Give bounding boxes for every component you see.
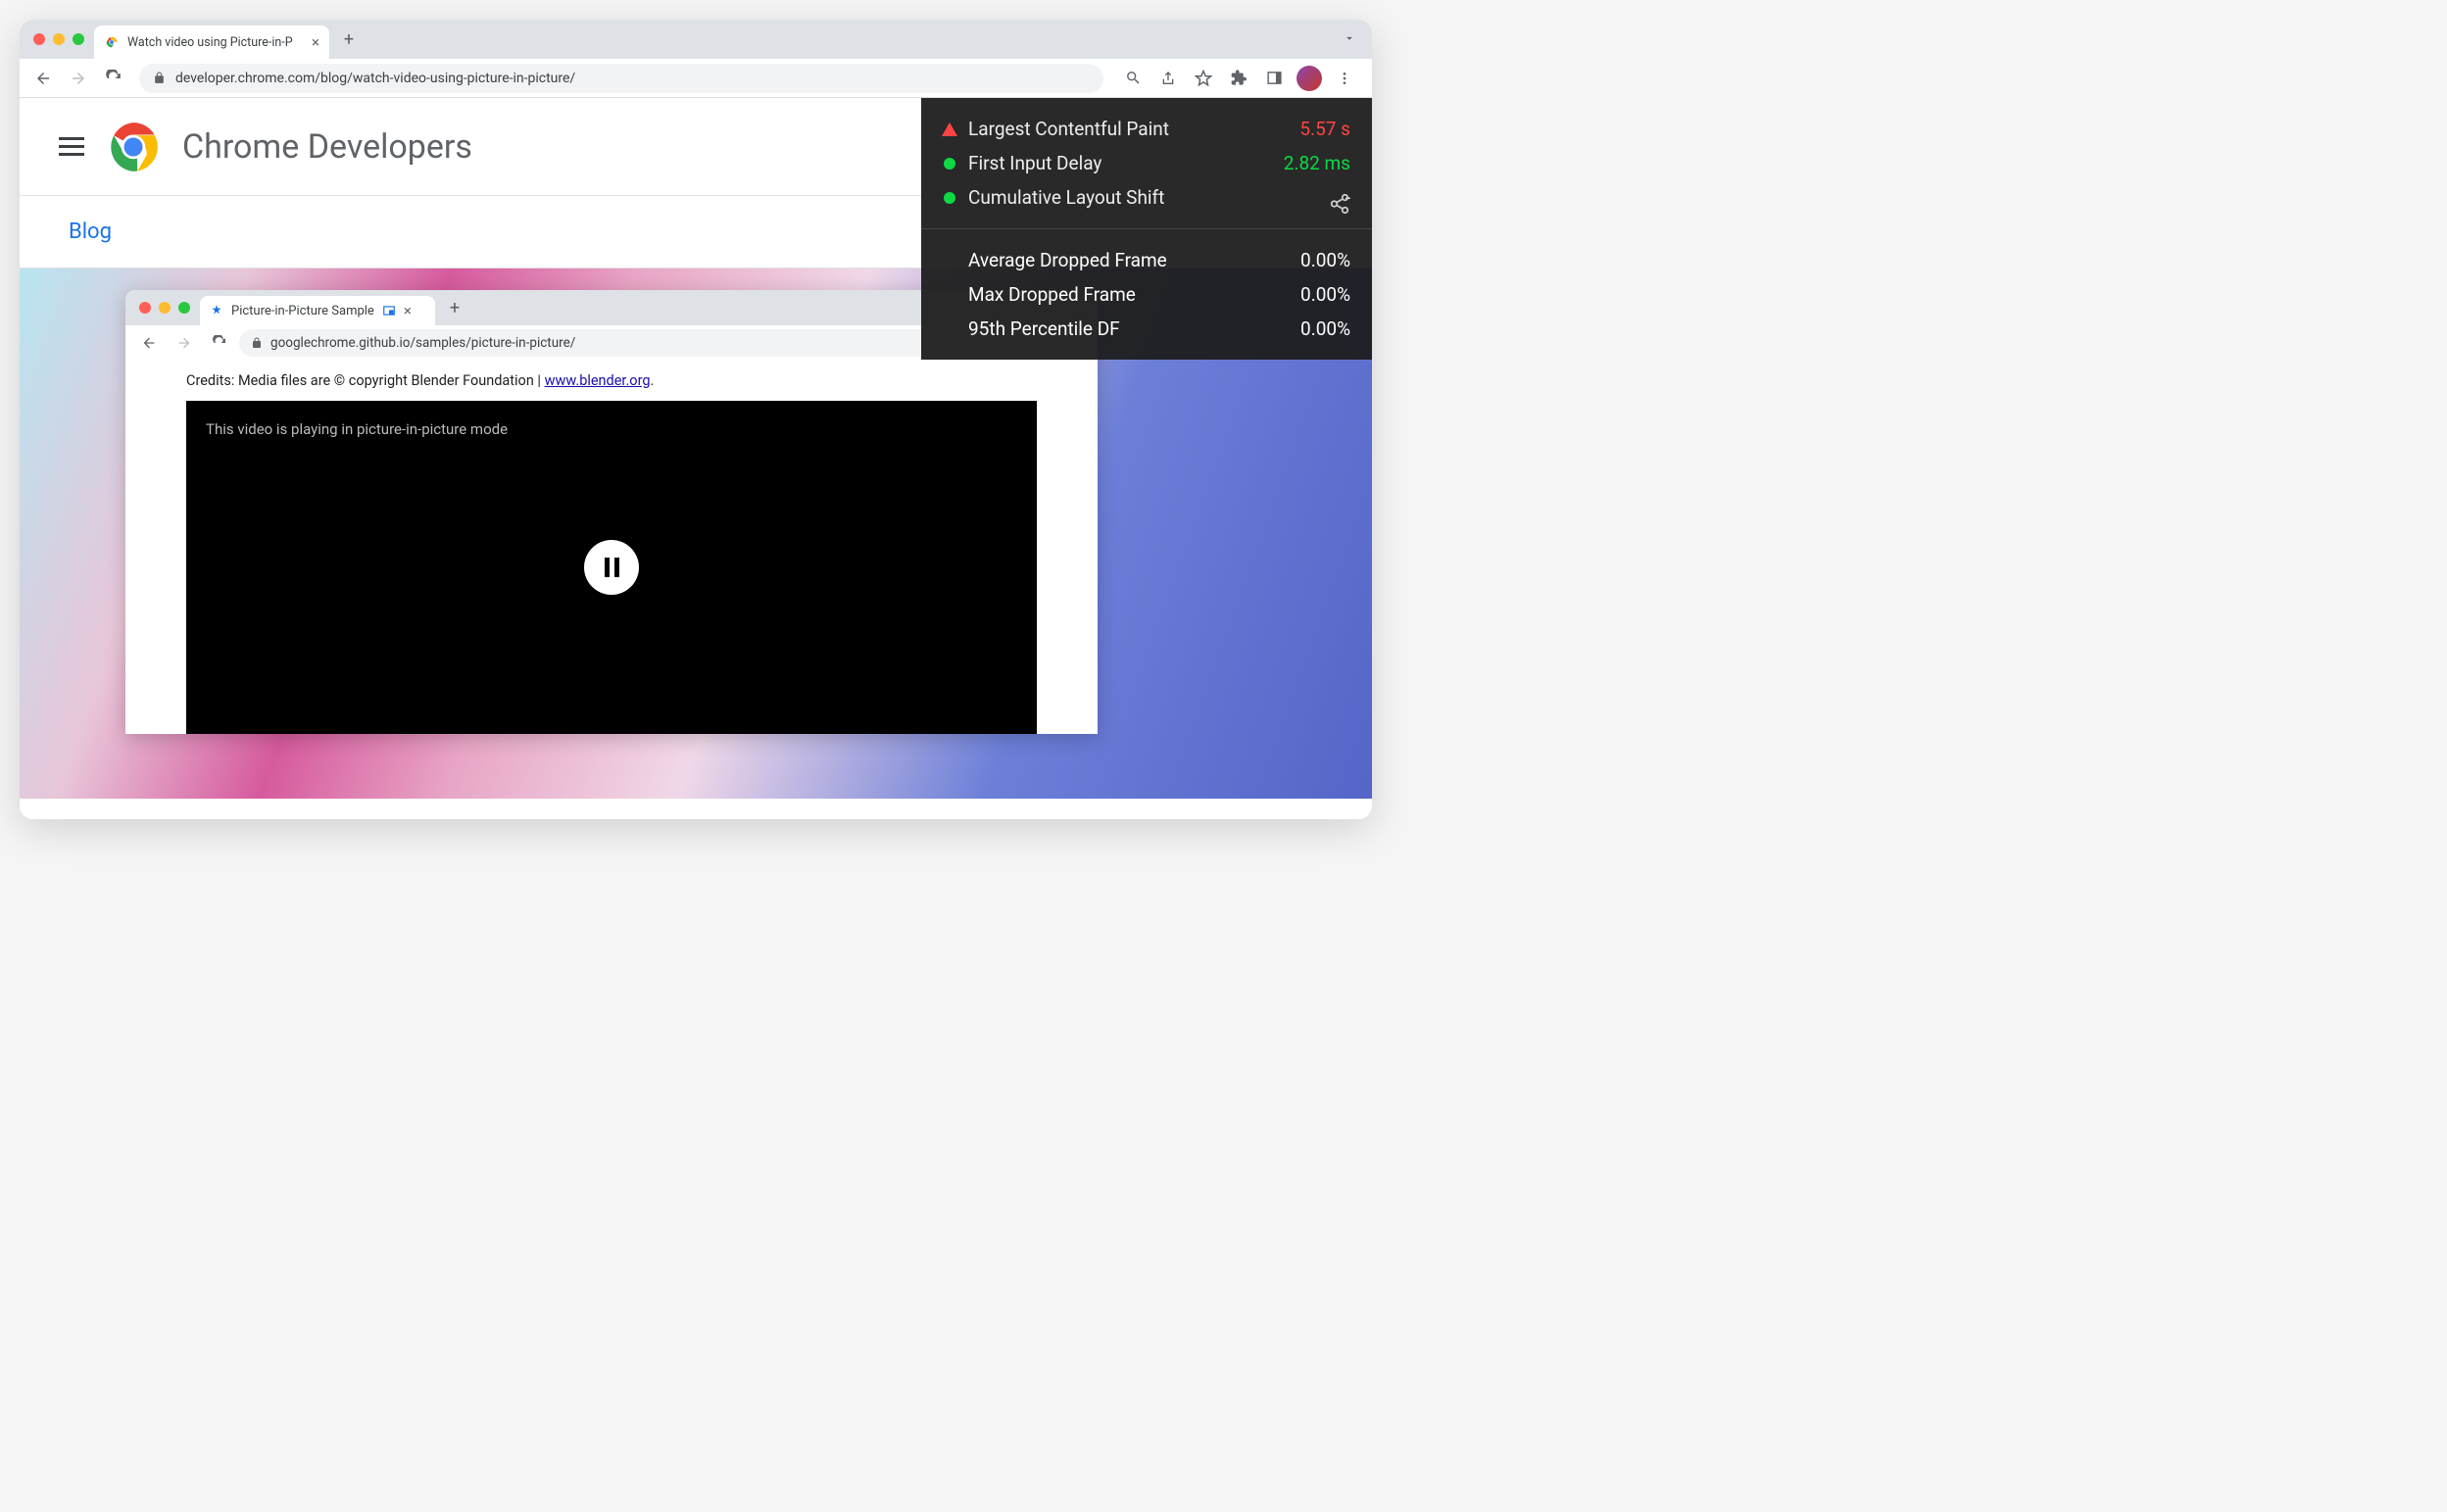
profile-button[interactable] [1294,63,1325,94]
warning-triangle-icon [942,122,957,136]
share-button[interactable] [1152,63,1184,94]
reload-icon [212,335,227,351]
inner-page-content: Credits: Media files are © copyright Ble… [125,361,1098,734]
pause-button[interactable] [584,540,639,595]
inner-minimize-button[interactable] [159,302,171,314]
chrome-favicon-icon [104,34,120,50]
arrow-left-icon [34,70,52,87]
inner-back-button[interactable] [133,327,165,359]
metrics-overlay: Largest Contentful Paint 5.57 s First In… [921,98,1372,360]
star-icon [1195,70,1212,87]
dots-vertical-icon [1337,71,1352,86]
lock-icon [153,72,166,84]
window-controls [27,33,94,45]
good-circle-icon [944,192,955,204]
address-bar[interactable]: developer.chrome.com/blog/watch-video-us… [139,64,1103,93]
arrow-right-icon [176,335,192,351]
inner-url-text: googlechrome.github.io/samples/picture-i… [270,335,575,351]
forward-button[interactable] [63,63,94,94]
browser-toolbar: developer.chrome.com/blog/watch-video-us… [20,59,1372,98]
site-title: Chrome Developers [182,127,472,167]
panel-icon [1266,70,1283,86]
extensions-button[interactable] [1223,63,1254,94]
metric-avg-dropped: Average Dropped Frame 0.00% [943,243,1350,277]
metric-p95-dropped: 95th Percentile DF 0.00% [943,312,1350,346]
zoom-icon [1125,70,1142,86]
chrome-logo-icon [108,122,159,172]
metric-max-dropped: Max Dropped Frame 0.00% [943,277,1350,312]
new-tab-button[interactable]: + [335,25,363,53]
video-status-text: This video is playing in picture-in-pict… [206,420,1017,438]
arrow-right-icon [70,70,87,87]
inner-browser-tab[interactable]: Picture-in-Picture Sample × [200,296,435,325]
inner-forward-button[interactable] [169,327,200,359]
close-window-button[interactable] [33,33,45,45]
share-icon[interactable] [1329,193,1350,215]
browser-window: Watch video using Picture-in-P × + devel… [20,20,1372,819]
blender-link[interactable]: www.blender.org [545,372,651,389]
reload-button[interactable] [98,63,129,94]
inner-new-tab-button[interactable]: + [441,294,468,321]
good-circle-icon [944,158,955,170]
inner-window-controls [133,302,200,314]
close-tab-button[interactable]: × [312,33,319,51]
pause-icon [605,558,610,577]
share-up-icon [1160,71,1176,86]
toolbar-actions [1113,63,1364,94]
reload-icon [105,70,122,87]
arrow-left-icon [141,335,157,351]
dropped-frames-section: Average Dropped Frame 0.00% Max Dropped … [921,229,1372,360]
chevron-down-icon [1343,31,1356,45]
maximize-window-button[interactable] [73,33,84,45]
inner-tab-title: Picture-in-Picture Sample [231,304,374,318]
tabs-dropdown-button[interactable] [1335,30,1364,49]
puzzle-icon [1231,70,1248,86]
sidepanel-button[interactable] [1258,63,1290,94]
web-vitals-section: Largest Contentful Paint 5.57 s First In… [921,98,1372,229]
inner-maximize-button[interactable] [178,302,190,314]
tab-title: Watch video using Picture-in-P [127,35,304,50]
browser-tab[interactable]: Watch video using Picture-in-P × [94,25,329,59]
inner-close-tab-button[interactable]: × [404,302,412,319]
hamburger-icon [59,137,84,140]
sample-favicon-icon [210,304,223,317]
pip-active-icon [382,304,396,317]
tabstrip: Watch video using Picture-in-P × + [20,20,1372,59]
avatar-icon [1297,66,1322,91]
bookmark-button[interactable] [1188,63,1219,94]
metric-cls: Cumulative Layout Shift - [943,180,1350,215]
inner-reload-button[interactable] [204,327,235,359]
back-button[interactable] [27,63,59,94]
lock-icon [251,337,263,349]
metric-fid: First Input Delay 2.82 ms [943,146,1350,180]
menu-button[interactable] [1329,63,1360,94]
breadcrumb-link-blog[interactable]: Blog [69,219,112,244]
inner-close-button[interactable] [139,302,151,314]
minimize-window-button[interactable] [53,33,65,45]
metric-lcp: Largest Contentful Paint 5.57 s [943,112,1350,146]
video-player[interactable]: This video is playing in picture-in-pict… [186,401,1037,734]
page-content: Chrome Developers Blog Picture-in-Pictur… [20,98,1372,819]
menu-toggle-button[interactable] [59,137,84,156]
credits-text: Credits: Media files are © copyright Ble… [186,372,1037,389]
url-text: developer.chrome.com/blog/watch-video-us… [175,71,575,86]
zoom-button[interactable] [1117,63,1149,94]
